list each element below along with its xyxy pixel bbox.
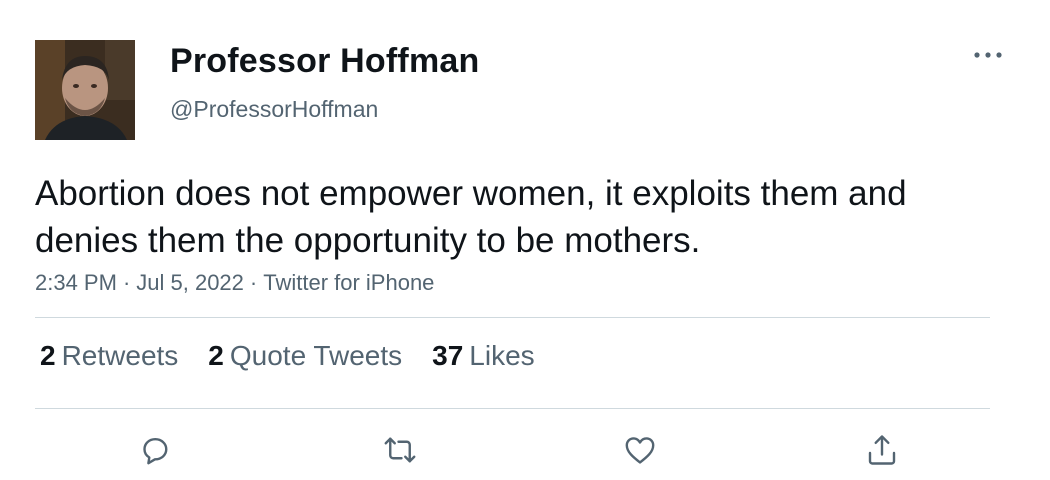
quote-tweets-count: 2 [208,340,224,371]
retweets-label: Retweets [61,340,179,371]
meta-separator: · [249,270,258,295]
retweet-button[interactable] [378,428,422,472]
like-button[interactable] [618,428,662,472]
quote-tweets-stat[interactable]: 2 Quote Tweets [208,340,402,372]
user-handle[interactable]: @ProfessorHoffman [170,96,378,123]
share-button[interactable] [860,428,904,472]
retweets-count: 2 [40,340,56,371]
more-horizontal-icon [974,52,1002,58]
reply-icon [143,438,168,465]
likes-label: Likes [469,340,535,371]
more-options-button[interactable] [966,40,1010,70]
divider-top [35,317,990,318]
avatar-photo [35,40,135,140]
tweet-metadata: 2:34 PM · Jul 5, 2022 · Twitter for iPhone [35,270,434,296]
tweet-card: Professor Hoffman @ProfessorHoffman Abor… [0,0,1050,480]
avatar[interactable] [35,40,135,140]
quote-tweets-label: Quote Tweets [229,340,403,371]
share-icon [868,435,896,465]
retweet-icon [384,437,416,463]
likes-stat[interactable]: 37 Likes [432,340,535,372]
likes-count: 37 [432,340,464,371]
divider-bottom [35,408,990,409]
reply-button[interactable] [133,428,177,472]
display-name[interactable]: Professor Hoffman [170,42,479,81]
tweet-source[interactable]: Twitter for iPhone [263,270,434,295]
meta-separator: · [122,270,131,295]
engagement-stats: 2 Retweets 2 Quote Tweets 37 Likes [40,340,535,372]
tweet-time[interactable]: 2:34 PM [35,270,117,295]
tweet-text: Abortion does not empower women, it expl… [35,174,907,260]
retweets-stat[interactable]: 2 Retweets [40,340,178,372]
tweet-date[interactable]: Jul 5, 2022 [136,270,244,295]
like-icon [625,437,655,464]
